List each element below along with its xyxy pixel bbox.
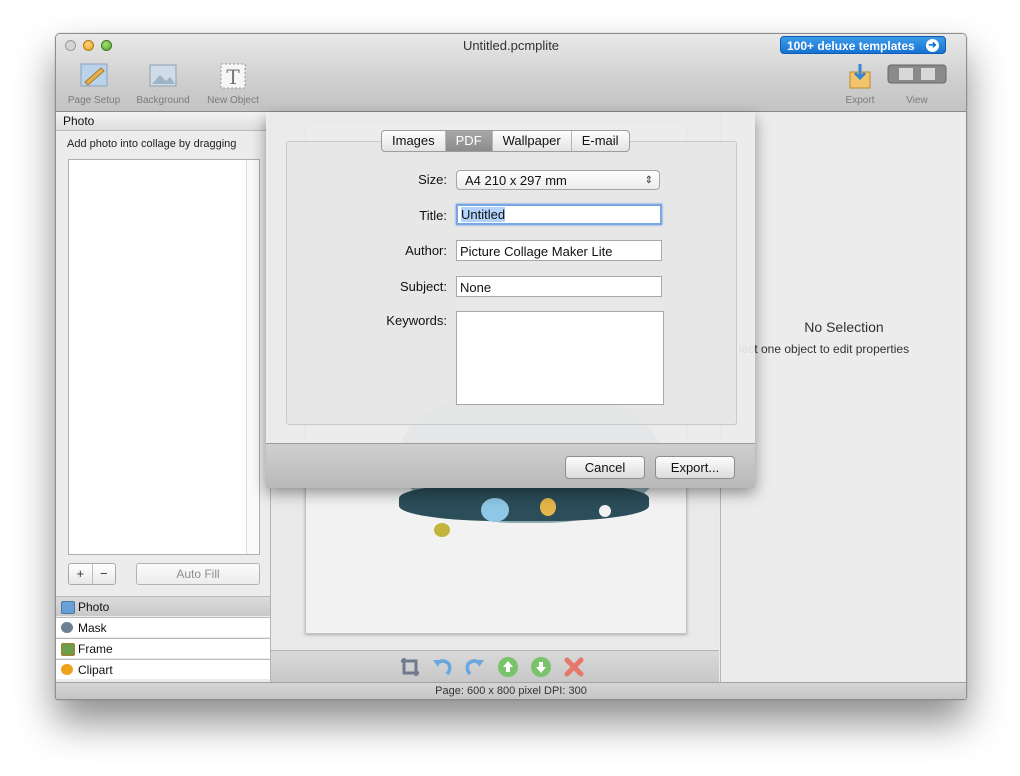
title-label: Title: — [419, 208, 447, 223]
size-select[interactable]: A4 210 x 297 mm ⇕ — [456, 170, 660, 190]
mask-icon — [61, 622, 73, 633]
tab-frame[interactable]: Frame — [56, 638, 270, 658]
tab-photo[interactable]: Photo — [56, 596, 270, 616]
subject-label: Subject: — [400, 279, 447, 294]
clipart-dot[interactable] — [481, 498, 509, 522]
delete-icon[interactable] — [563, 656, 585, 678]
view-mode-icon — [887, 64, 947, 84]
text-object-icon: T — [220, 63, 246, 89]
redo-icon[interactable] — [464, 656, 486, 678]
arrow-right-icon: ➜ — [926, 39, 939, 52]
frame-icon — [61, 643, 75, 656]
keywords-textarea[interactable] — [456, 311, 664, 405]
deluxe-templates-label: 100+ deluxe templates — [787, 39, 915, 53]
photo-list[interactable] — [68, 159, 260, 555]
export-icon — [849, 64, 871, 89]
clipart-dot[interactable] — [599, 505, 611, 517]
page-setup-button[interactable]: Page Setup — [65, 62, 123, 106]
deluxe-templates-button[interactable]: 100+ deluxe templates ➜ — [780, 36, 946, 54]
view-toggle[interactable]: View — [886, 62, 948, 106]
tab-photo-label: Photo — [78, 600, 110, 614]
photo-icon — [61, 601, 75, 614]
background-icon — [149, 64, 177, 87]
background-button[interactable]: Background — [131, 62, 195, 106]
remove-photo-button[interactable]: − — [93, 564, 116, 584]
photo-list-scrollbar[interactable] — [246, 160, 259, 554]
tab-clipart[interactable]: Clipart — [56, 659, 270, 679]
no-selection-title: No Selection — [804, 319, 884, 335]
title-value: Untitled — [461, 207, 506, 222]
keywords-label: Keywords: — [386, 313, 447, 328]
view-label: View — [906, 95, 928, 106]
clipart-icon — [61, 664, 73, 675]
tab-clipart-label: Clipart — [78, 663, 113, 677]
photo-panel: Photo Add photo into collage by dragging… — [56, 112, 271, 682]
undo-icon[interactable] — [431, 656, 453, 678]
svg-text:T: T — [226, 65, 240, 89]
properties-panel: No Selection lect one object to edit pro… — [720, 112, 966, 682]
export-sheet: Images PDF Wallpaper E-mail Size: A4 210… — [266, 112, 755, 488]
background-label: Background — [136, 95, 190, 106]
auto-fill-button[interactable]: Auto Fill — [136, 563, 260, 585]
new-object-button[interactable]: T New Object — [202, 62, 264, 106]
tab-images[interactable]: Images — [382, 131, 446, 151]
subject-field[interactable]: None — [456, 276, 662, 297]
app-window: Untitled.pcmplite 100+ deluxe templates … — [55, 33, 967, 700]
photo-panel-header: Photo — [56, 112, 270, 131]
size-label: Size: — [418, 172, 447, 187]
bring-forward-icon[interactable] — [497, 656, 519, 678]
export-label: Export — [845, 95, 875, 106]
export-sheet-footer: Cancel Export... — [266, 443, 755, 488]
tab-mask-label: Mask — [78, 621, 107, 635]
clipart-dot[interactable] — [540, 498, 556, 516]
status-bar: Page: 600 x 800 pixel DPI: 300 — [56, 682, 966, 699]
send-backward-icon[interactable] — [530, 656, 552, 678]
add-remove-control: + − — [68, 563, 116, 585]
add-photo-button[interactable]: + — [69, 564, 93, 584]
no-selection-subtitle: lect one object to edit properties — [739, 342, 910, 356]
size-value: A4 210 x 297 mm — [465, 173, 567, 188]
tab-email[interactable]: E-mail — [572, 131, 629, 151]
export-confirm-button[interactable]: Export... — [655, 456, 735, 479]
export-type-tabs: Images PDF Wallpaper E-mail — [381, 130, 630, 152]
page-setup-label: Page Setup — [67, 95, 121, 106]
title-bar: Untitled.pcmplite 100+ deluxe templates … — [56, 34, 966, 112]
export-button[interactable]: Export — [838, 62, 882, 106]
author-field[interactable]: Picture Collage Maker Lite — [456, 240, 662, 261]
title-field[interactable]: Untitled — [456, 204, 662, 225]
author-label: Author: — [405, 243, 447, 258]
clipart-shape-base[interactable] — [399, 483, 649, 521]
cancel-button[interactable]: Cancel — [565, 456, 645, 479]
tab-pdf[interactable]: PDF — [445, 131, 493, 151]
new-object-label: New Object — [207, 95, 259, 106]
tab-wallpaper[interactable]: Wallpaper — [493, 131, 572, 151]
crop-icon[interactable] — [399, 656, 421, 678]
tab-frame-label: Frame — [78, 642, 113, 656]
tab-mask[interactable]: Mask — [56, 617, 270, 637]
clipart-dot[interactable] — [434, 523, 450, 537]
page-setup-icon — [80, 63, 108, 87]
photo-panel-hint: Add photo into collage by dragging — [67, 138, 237, 150]
canvas-toolbar — [271, 650, 719, 683]
updown-chevron-icon: ⇕ — [644, 175, 653, 186]
